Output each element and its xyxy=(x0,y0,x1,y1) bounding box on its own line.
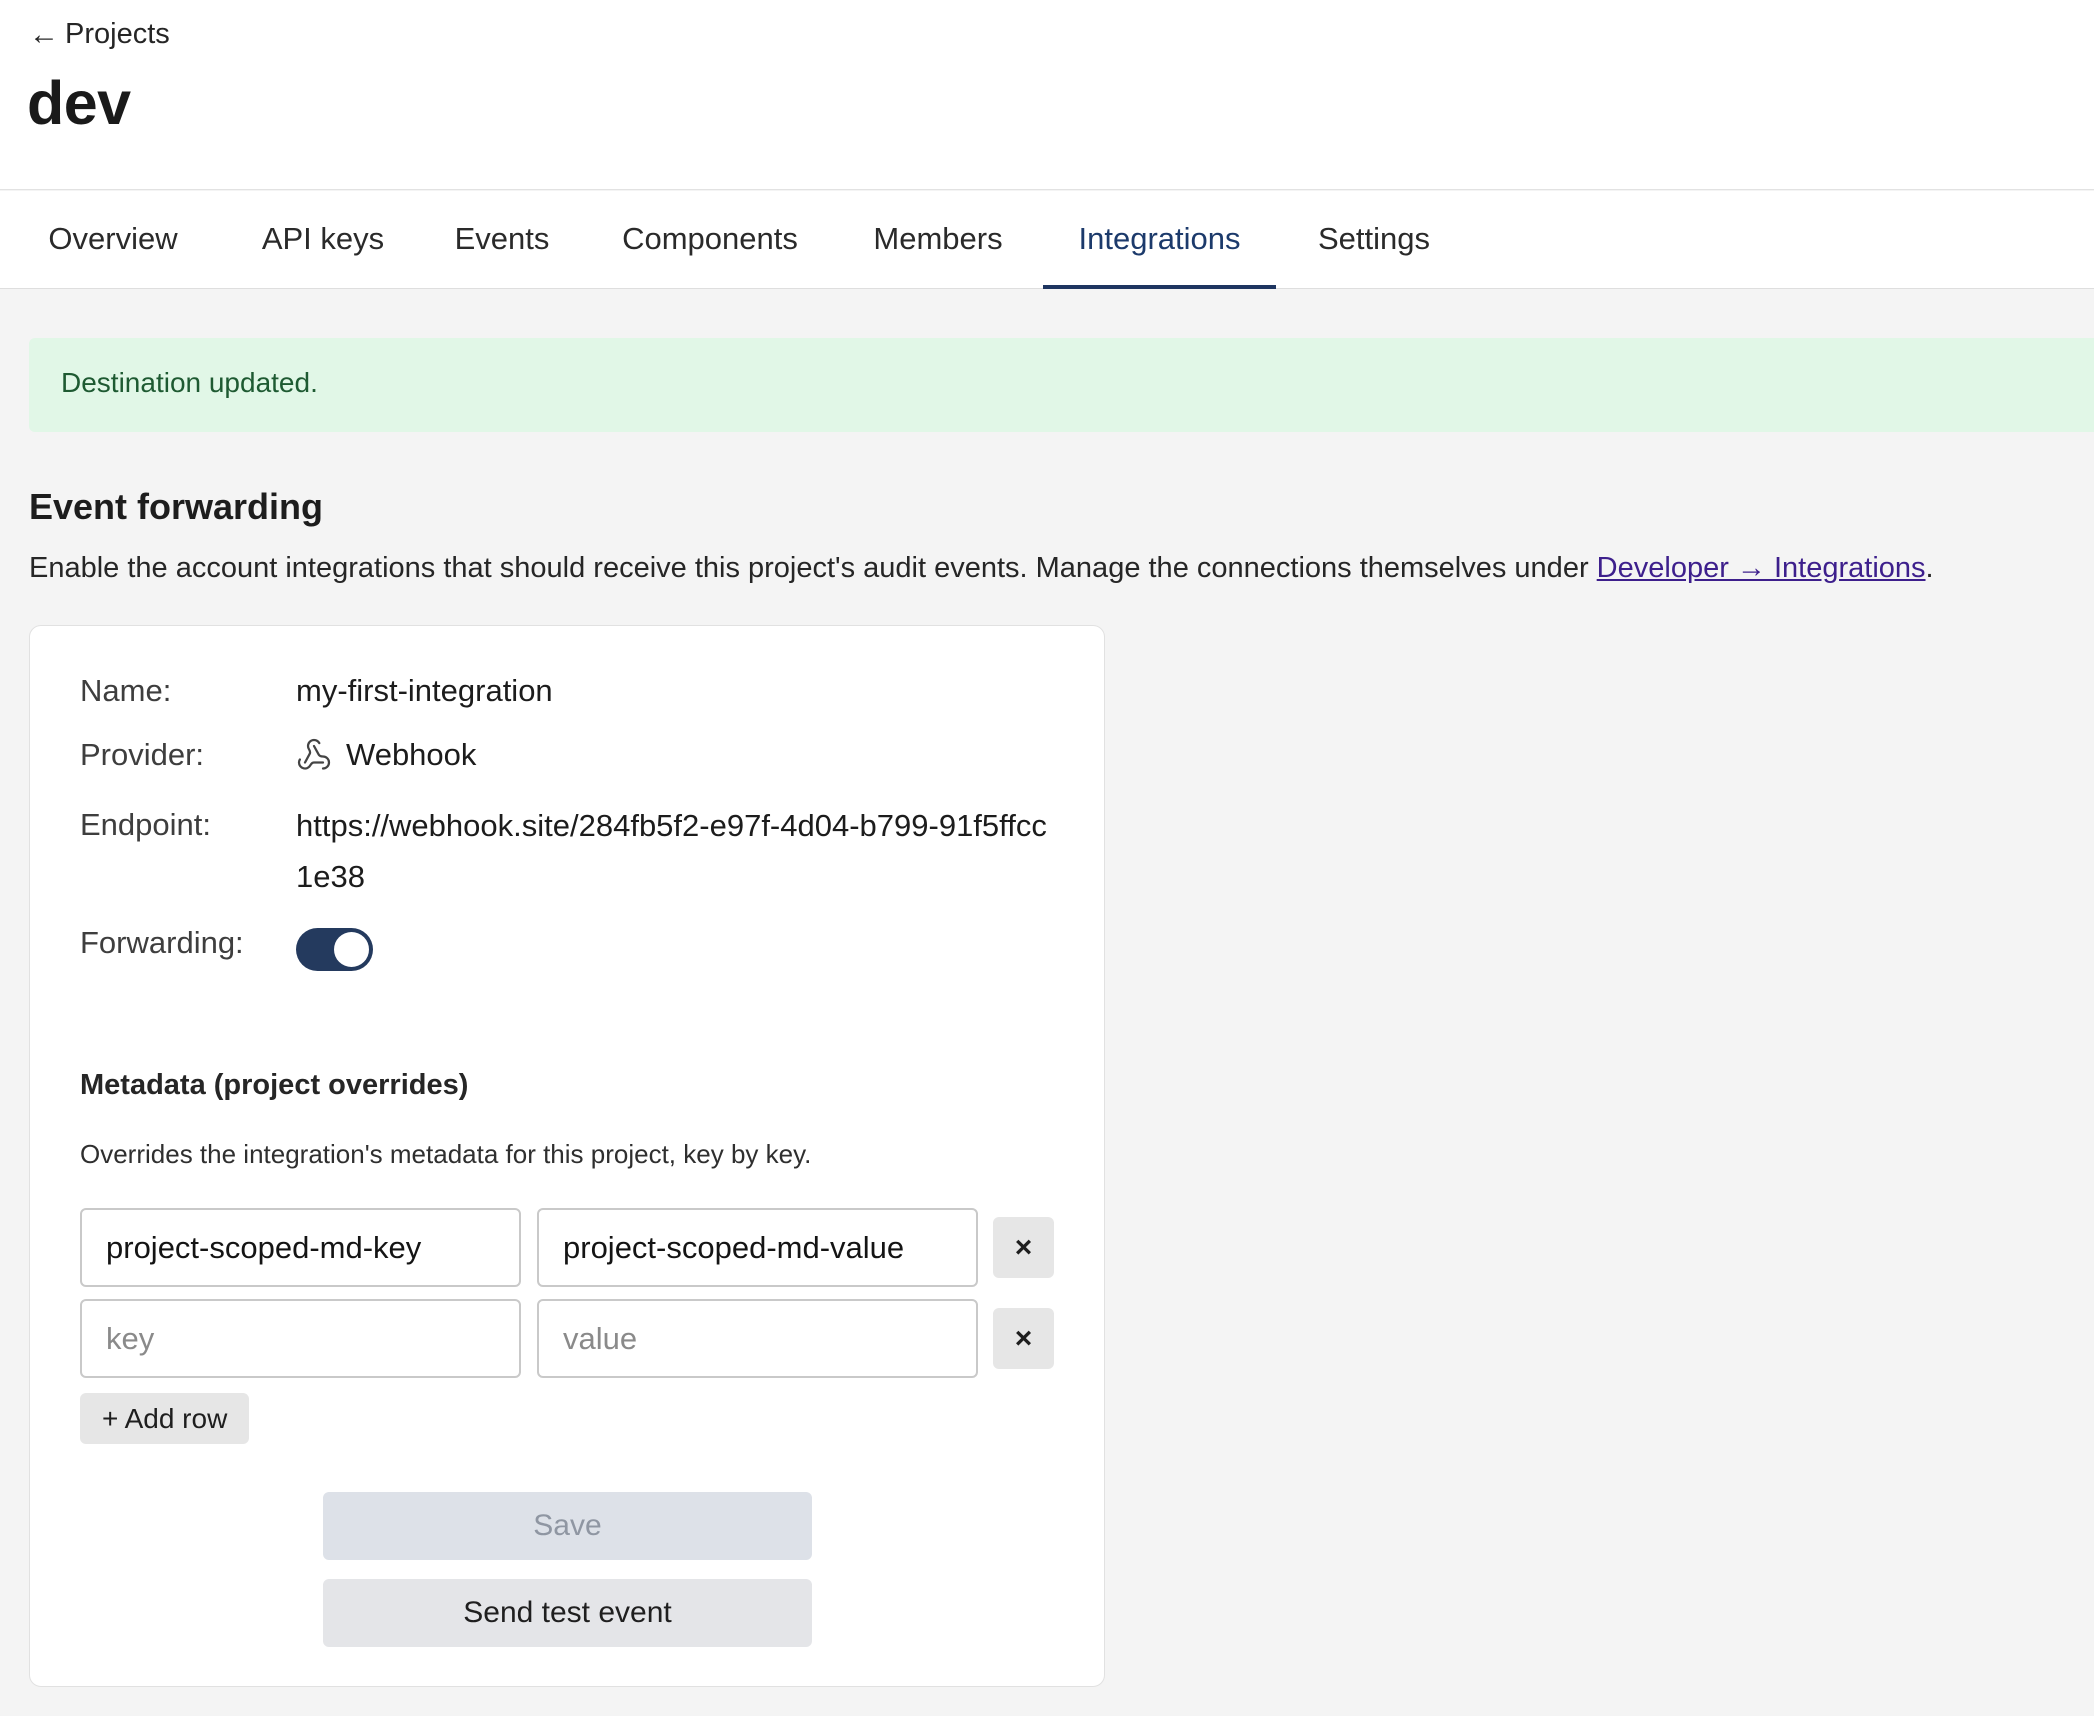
arrow-left-icon: ← xyxy=(29,17,59,51)
tab-components[interactable]: Components xyxy=(600,191,820,289)
provider-name: Webhook xyxy=(346,737,477,772)
tab-integrations[interactable]: Integrations xyxy=(1043,191,1276,289)
description-text: Enable the account integrations that sho… xyxy=(29,552,1597,584)
provider-label: Provider: xyxy=(80,737,205,772)
provider-value: Webhook xyxy=(296,737,476,773)
tab-members[interactable]: Members xyxy=(856,191,1020,289)
tab-api-keys[interactable]: API keys xyxy=(241,191,405,289)
description-suffix: . xyxy=(1925,552,1934,584)
metadata-value-input[interactable] xyxy=(537,1299,978,1378)
metadata-title: Metadata (project overrides) xyxy=(80,1069,469,1101)
tab-bar: Overview API keys Events Components Memb… xyxy=(0,191,2094,289)
metadata-key-input[interactable] xyxy=(80,1208,521,1287)
add-row-button[interactable]: + Add row xyxy=(80,1393,250,1444)
send-test-event-button[interactable]: Send test event xyxy=(323,1579,812,1647)
alert-message: Destination updated. xyxy=(61,367,318,398)
webhook-icon xyxy=(297,738,331,770)
page-title: dev xyxy=(27,69,131,137)
section-description: Enable the account integrations that sho… xyxy=(29,552,1934,585)
metadata-description: Overrides the integration's metadata for… xyxy=(80,1139,812,1169)
page-header: ← Projects dev xyxy=(0,0,2094,190)
endpoint-value: https://webhook.site/284fb5f2-e97f-4d04-… xyxy=(296,808,1047,894)
remove-row-button[interactable]: × xyxy=(993,1308,1054,1369)
close-icon: × xyxy=(1014,1322,1033,1355)
back-link-label: Projects xyxy=(65,18,170,50)
section-title: Event forwarding xyxy=(29,486,324,527)
tab-events[interactable]: Events xyxy=(438,191,566,289)
toggle-knob xyxy=(334,932,369,967)
name-label: Name: xyxy=(80,673,172,708)
metadata-value-input[interactable] xyxy=(537,1208,978,1287)
back-to-projects-link[interactable]: ← Projects xyxy=(29,18,170,51)
success-alert: Destination updated. xyxy=(29,338,2094,432)
tab-settings[interactable]: Settings xyxy=(1294,191,1454,289)
endpoint-label: Endpoint: xyxy=(80,807,211,842)
forwarding-toggle[interactable] xyxy=(296,928,373,971)
metadata-key-input[interactable] xyxy=(80,1299,521,1378)
name-value: my-first-integration xyxy=(296,673,553,708)
save-button[interactable]: Save xyxy=(323,1492,812,1560)
remove-row-button[interactable]: × xyxy=(993,1217,1054,1278)
integration-card: Name: my-first-integration Provider: Web… xyxy=(29,625,1105,1687)
tab-overview[interactable]: Overview xyxy=(30,191,196,289)
close-icon: × xyxy=(1014,1231,1033,1264)
developer-integrations-link[interactable]: Developer → Integrations xyxy=(1597,552,1926,584)
forwarding-label: Forwarding: xyxy=(80,925,244,960)
